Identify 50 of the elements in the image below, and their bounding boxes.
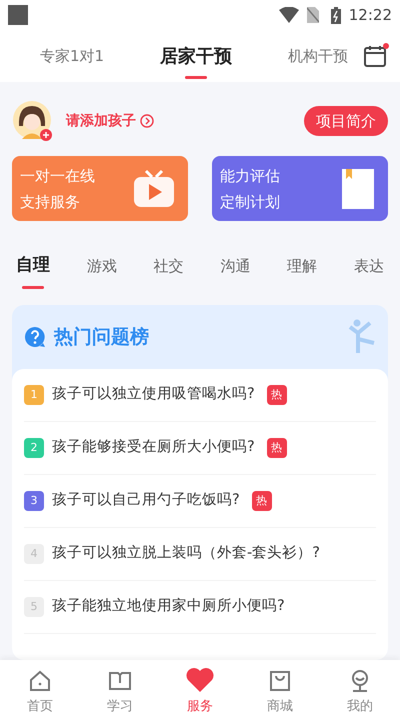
status-time: 12:22 (348, 4, 392, 26)
top-tab[interactable]: 专家1对1 (40, 30, 104, 82)
active-tab-indicator (185, 76, 208, 79)
calendar-button[interactable] (364, 44, 388, 68)
hot-list-title: 热门问题榜 (54, 324, 149, 350)
category-tab[interactable]: 游戏 (86, 251, 117, 291)
chevron-circle-icon (140, 114, 154, 128)
category-tab[interactable]: 表达 (354, 251, 384, 291)
nav-tab[interactable]: 我的 (320, 668, 400, 720)
question-text: 孩子可以独立使用吸管喝水吗? (52, 384, 255, 404)
hot-tag: 热 (266, 438, 287, 458)
add-child-link[interactable]: 请添加孩子 (66, 110, 154, 132)
home-icon (28, 668, 52, 692)
heart-icon (185, 666, 215, 692)
notification-icon (8, 5, 28, 25)
document-icon (340, 166, 376, 210)
top-tab[interactable]: 居家干预 (160, 30, 232, 82)
question-icon (24, 326, 46, 348)
nav-tab[interactable]: 首页 (0, 668, 80, 720)
category-tab[interactable]: 自理 (16, 251, 50, 291)
question-row[interactable]: 2 孩子能够接受在厕所大小便吗? 热 (24, 422, 376, 475)
running-figure-icon (348, 319, 376, 355)
hot-tag: 热 (252, 491, 272, 511)
service-card-text: 能力评估 定制计划 (220, 166, 280, 212)
tv-play-icon (132, 168, 176, 208)
category-tab[interactable]: 沟通 (220, 251, 250, 291)
nav-tab[interactable]: 服务 (160, 666, 240, 720)
question-text: 孩子可以自己用勺子吃饭吗? (52, 491, 240, 510)
question-text: 孩子能独立地使用家中厕所小便吗? (52, 596, 285, 616)
wifi-icon (278, 7, 299, 23)
question-row[interactable]: 3 孩子可以自己用勺子吃饭吗? 热 (24, 475, 376, 528)
question-row[interactable]: 1 孩子可以独立使用吸管喝水吗? 热 (24, 369, 376, 422)
rank-badge: 1 (24, 385, 44, 405)
nav-tab[interactable]: 学习 (80, 668, 160, 720)
project-intro-button[interactable]: 项目简介 (304, 106, 388, 136)
battery-icon (330, 6, 341, 24)
nav-tab[interactable]: 商城 (240, 668, 320, 720)
shopping-bag-icon (268, 668, 292, 692)
no-sim-icon (306, 7, 319, 23)
question-text: 孩子能够接受在厕所大小便吗? (52, 438, 255, 458)
hot-tag: 热 (266, 385, 287, 405)
service-card-text: 一对一在线 支持服务 (20, 166, 95, 212)
category-tab[interactable]: 社交 (154, 251, 184, 291)
question-text: 孩子可以独立脱上装吗（外套-套头衫）? (52, 544, 320, 564)
service-card[interactable]: 能力评估 定制计划 (212, 156, 388, 221)
rank-badge: 3 (24, 491, 44, 511)
rank-badge: 2 (24, 438, 44, 458)
top-tab[interactable]: 机构干预 (288, 30, 348, 82)
child-avatar-icon (12, 100, 54, 142)
category-tab[interactable]: 理解 (287, 251, 318, 291)
